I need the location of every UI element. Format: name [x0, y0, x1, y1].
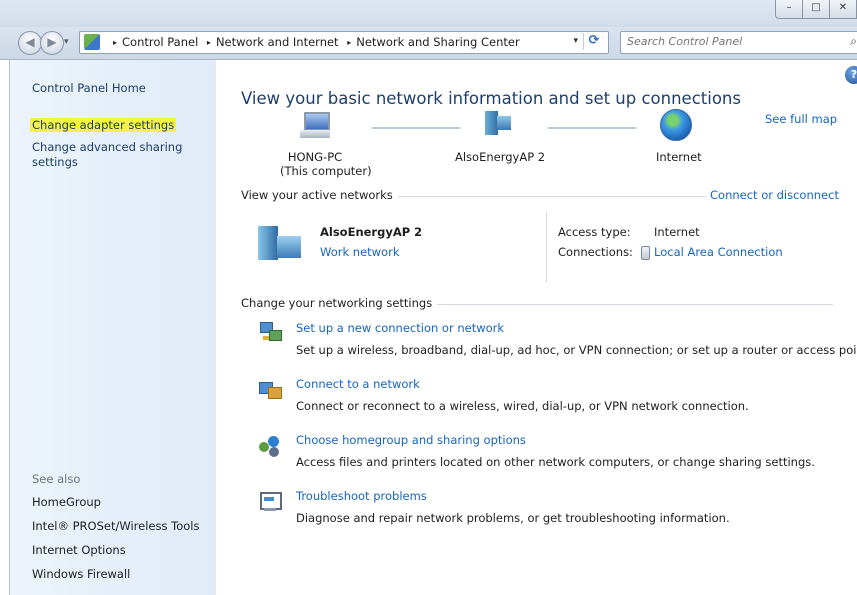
- active-networks-heading: View your active networks: [241, 188, 398, 202]
- see-also-homegroup[interactable]: HomeGroup: [32, 495, 101, 509]
- back-button[interactable]: ◀: [18, 31, 42, 55]
- network-name: AlsoEnergyAP 2: [320, 225, 423, 239]
- minimize-button[interactable]: –: [775, 0, 803, 19]
- homegroup-icon[interactable]: [258, 434, 282, 458]
- recent-pages-icon[interactable]: ▾: [64, 37, 69, 47]
- help-icon[interactable]: ?: [845, 66, 857, 84]
- search-input[interactable]: [625, 34, 829, 49]
- task-troubleshoot-link[interactable]: Troubleshoot problems: [296, 489, 427, 503]
- maximize-button[interactable]: □: [802, 0, 830, 19]
- see-also-heading: See also: [32, 472, 81, 486]
- control-panel-icon: [84, 34, 100, 50]
- see-also-proset-tools[interactable]: Intel® PROSet/Wireless Tools: [32, 519, 199, 533]
- sidebar-control-panel-home[interactable]: Control Panel Home: [32, 81, 146, 95]
- map-internet-label: Internet: [656, 150, 702, 164]
- breadcrumb-separator-icon[interactable]: ▸: [207, 38, 211, 47]
- breadcrumb-separator-icon[interactable]: ▸: [113, 38, 117, 47]
- access-type-label: Access type:: [558, 225, 631, 239]
- refresh-icon[interactable]: ⟳: [583, 33, 604, 50]
- breadcrumb-separator-icon[interactable]: ▸: [347, 38, 351, 47]
- task-homegroup-desc: Access files and printers located on oth…: [296, 455, 815, 469]
- task-troubleshoot-desc: Diagnose and repair network problems, or…: [296, 511, 730, 525]
- troubleshoot-icon[interactable]: [258, 489, 282, 513]
- vertical-divider: [546, 212, 547, 282]
- task-setup-connection-desc: Set up a wireless, broadband, dial-up, a…: [296, 343, 857, 357]
- address-bar[interactable]: ▸ Control Panel ▸ Network and Internet ▸ Ne…: [79, 31, 609, 54]
- search-icon[interactable]: ⌕: [850, 34, 857, 49]
- network-location-link[interactable]: Work network: [320, 245, 399, 259]
- navigation-bar: ◀ ▶ ▾ ▸ Control Panel ▸ Network and Intern…: [0, 27, 857, 60]
- title-bar: – □ ✕: [0, 0, 857, 27]
- map-computer-label: HONG-PC (This computer): [280, 150, 372, 178]
- task-connect-network-desc: Connect or reconnect to a wireless, wire…: [296, 399, 749, 413]
- map-connection-line: [372, 127, 460, 129]
- computer-icon: [300, 112, 330, 140]
- map-network-label: AlsoEnergyAP 2: [455, 150, 546, 164]
- search-box[interactable]: ⌕: [620, 31, 857, 54]
- sidebar-change-adapter-settings[interactable]: Change adapter settings: [30, 118, 177, 132]
- connect-or-disconnect-link[interactable]: Connect or disconnect: [706, 188, 839, 202]
- access-point-icon: [485, 111, 513, 137]
- task-setup-connection-link[interactable]: Set up a new connection or network: [296, 321, 504, 335]
- breadcrumb: ▸ Control Panel ▸ Network and Internet ▸ Ne…: [108, 35, 520, 49]
- forward-button[interactable]: ▶: [40, 31, 64, 55]
- networking-settings-heading: Change your networking settings: [241, 296, 438, 310]
- breadcrumb-network-sharing-center[interactable]: Network and Sharing Center: [356, 35, 519, 49]
- connect-network-icon[interactable]: [258, 378, 282, 402]
- connections-label: Connections:: [558, 245, 633, 259]
- map-connection-line: [548, 127, 636, 129]
- address-dropdown-icon[interactable]: ▾: [573, 36, 578, 46]
- task-connect-network-link[interactable]: Connect to a network: [296, 377, 420, 391]
- see-also-internet-options[interactable]: Internet Options: [32, 543, 126, 557]
- page-title: View your basic network information and …: [241, 89, 741, 108]
- access-type-value: Internet: [654, 225, 700, 239]
- see-full-map-link[interactable]: See full map: [765, 112, 837, 126]
- internet-globe-icon: [660, 109, 692, 141]
- sidebar-change-advanced-sharing[interactable]: Change advanced sharing settings: [32, 140, 202, 170]
- new-connection-icon[interactable]: [258, 320, 282, 344]
- task-homegroup-link[interactable]: Choose homegroup and sharing options: [296, 433, 526, 447]
- local-area-connection-link[interactable]: Local Area Connection: [654, 245, 783, 259]
- window-controls: – □ ✕: [775, 0, 857, 20]
- breadcrumb-control-panel[interactable]: Control Panel: [122, 35, 198, 49]
- map-computer-name: HONG-PC: [287, 150, 343, 164]
- lan-plug-icon: [641, 246, 650, 260]
- network-icon: [258, 222, 308, 262]
- breadcrumb-network-internet[interactable]: Network and Internet: [216, 35, 339, 49]
- see-also-windows-firewall[interactable]: Windows Firewall: [32, 567, 130, 581]
- map-computer-sub: (This computer): [280, 164, 372, 178]
- close-button[interactable]: ✕: [829, 0, 857, 19]
